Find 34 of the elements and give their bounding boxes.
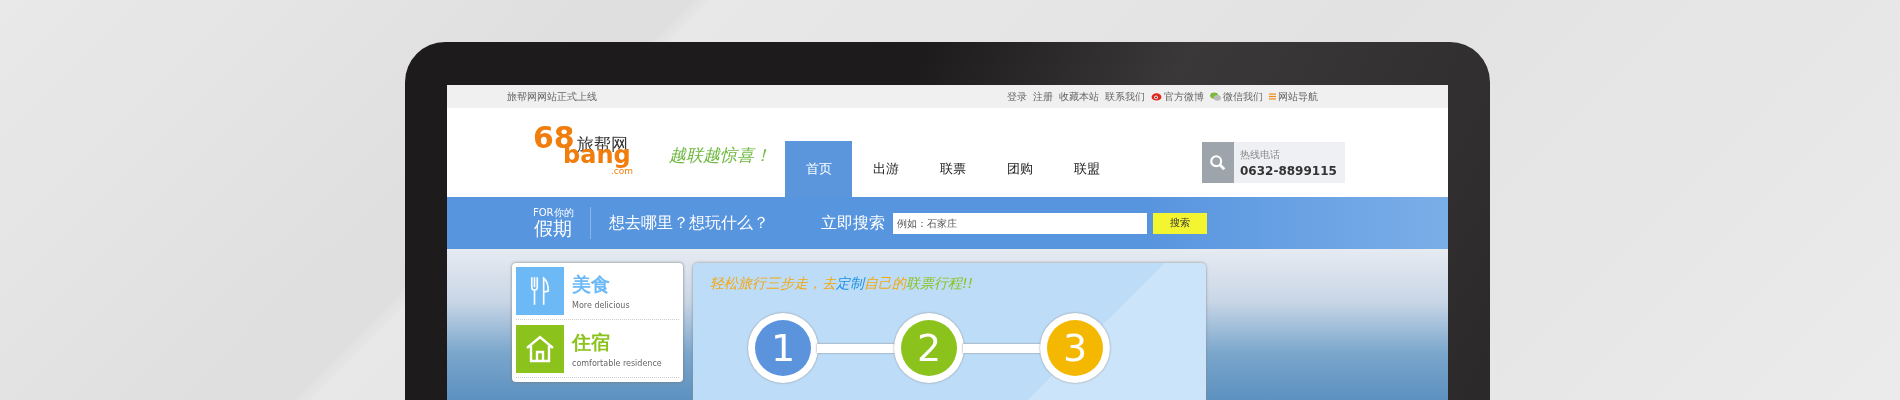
nav-tab[interactable]: 出游 (852, 141, 919, 197)
top-link[interactable]: 微信我们 (1210, 89, 1263, 104)
chat-bubbles-icon (1210, 92, 1221, 101)
search-prompt: 想去哪里？想玩什么？ (608, 212, 770, 234)
top-link[interactable]: 联系我们 (1105, 89, 1145, 104)
category-subtitle: comfortable residence (572, 359, 662, 368)
category-subtitle: More delicious (572, 301, 630, 310)
steps-headline: 轻松旅行三步走，去定制自己的联票行程!! (710, 275, 975, 293)
slogan: 越联越惊喜！ (669, 144, 772, 167)
step-circle[interactable]: 1 (748, 313, 818, 383)
nav-tab[interactable]: 首页 (785, 141, 852, 197)
top-link[interactable]: 登录 (1007, 89, 1027, 104)
menu-icon (1269, 93, 1276, 100)
top-link[interactable]: 收藏本站 (1059, 89, 1099, 104)
search-button[interactable]: 搜索 (1152, 212, 1207, 234)
search-field[interactable]: 例如：石家庄 (892, 212, 1147, 234)
tag-title: 假期 (534, 218, 573, 239)
category-tile[interactable] (516, 267, 564, 315)
category-tile[interactable] (516, 325, 564, 373)
top-link[interactable]: 官方微博 (1151, 89, 1204, 104)
search-icon[interactable] (1202, 142, 1234, 183)
top-link[interactable]: 注册 (1033, 89, 1053, 104)
fork-knife-icon (529, 276, 551, 306)
tag-caption: FOR你的 (533, 207, 574, 219)
nav-tab[interactable]: 团购 (986, 141, 1053, 197)
nav-tab[interactable]: 联盟 (1053, 141, 1120, 197)
eye-icon (1151, 92, 1162, 101)
hotline-label: 热线电话 (1240, 147, 1281, 162)
house-icon (525, 335, 555, 363)
site-notice: 旅帮网网站正式上线 (507, 89, 598, 104)
search-heading: 立即搜索 (820, 212, 885, 234)
nav-tab[interactable]: 联票 (919, 141, 986, 197)
top-link[interactable]: 网站导航 (1269, 89, 1318, 104)
hotline-number: 0632-8899115 (1240, 163, 1337, 178)
